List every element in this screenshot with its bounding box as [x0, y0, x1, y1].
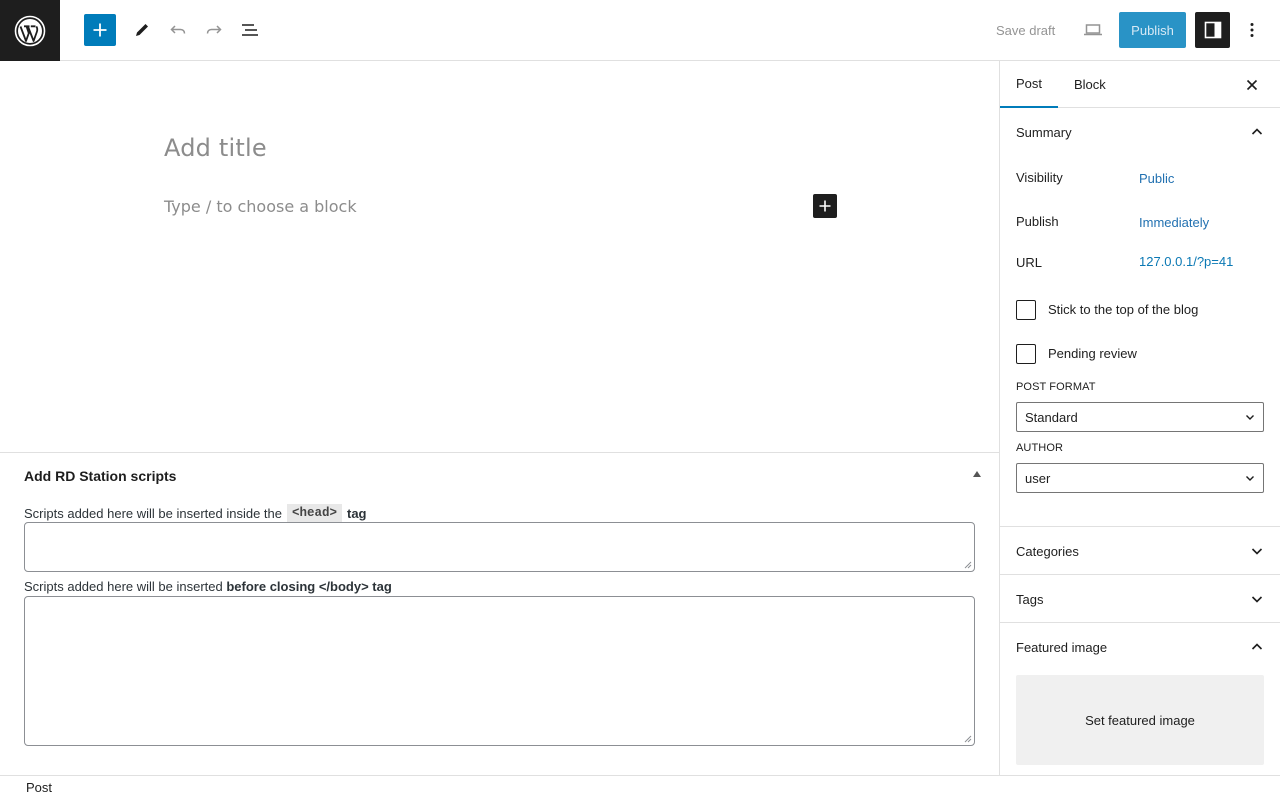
resize-handle-icon[interactable]	[964, 561, 972, 569]
tab-block[interactable]: Block	[1058, 61, 1122, 108]
publish-date-button[interactable]: Immediately	[1139, 215, 1209, 230]
vertical-ellipsis-icon	[1250, 23, 1254, 37]
wordpress-logo-button[interactable]	[0, 0, 60, 61]
head-code-tag: <head>	[286, 504, 342, 522]
wordpress-logo-icon	[14, 15, 46, 46]
inline-block-inserter-button[interactable]	[813, 194, 837, 218]
editor-canvas: Add title Type / to choose a block	[0, 61, 999, 452]
body-label-bold: before closing </body> tag	[226, 579, 392, 594]
pending-review-checkbox[interactable]	[1016, 344, 1036, 364]
tools-button[interactable]	[126, 14, 158, 46]
tags-panel-toggle[interactable]: Tags	[1000, 575, 1280, 623]
undo-icon	[170, 25, 186, 34]
post-format-label: POST FORMAT	[1016, 381, 1096, 393]
tags-panel-title: Tags	[1016, 591, 1044, 607]
head-label-suffix: tag	[347, 505, 367, 521]
block-breadcrumb-bar: Post	[0, 775, 1280, 800]
empty-block-placeholder[interactable]: Type / to choose a block	[164, 197, 357, 216]
post-format-value: Standard	[1025, 409, 1078, 425]
head-scripts-textarea[interactable]	[24, 522, 975, 572]
metabox-title: Add RD Station scripts	[24, 468, 177, 484]
sticky-checkbox[interactable]	[1016, 300, 1036, 320]
breadcrumb-post[interactable]: Post	[26, 780, 52, 795]
author-select[interactable]: user	[1016, 463, 1264, 493]
chevron-down-icon	[1246, 476, 1254, 481]
chevron-down-icon	[1251, 548, 1263, 555]
sidebar-toggle-icon	[1204, 21, 1221, 39]
set-featured-image-button[interactable]: Set featured image	[1016, 675, 1264, 765]
tab-post[interactable]: Post	[1000, 61, 1059, 108]
summary-panel-title: Summary	[1016, 124, 1072, 140]
sidebar-tabs: Post Block	[1000, 61, 1280, 108]
editor-header: Save draft Publish	[0, 0, 1280, 61]
url-value-button[interactable]: 127.0.0.1/?p=41	[1139, 254, 1233, 269]
list-view-icon	[242, 24, 258, 36]
redo-icon	[206, 25, 222, 34]
url-label: URL	[1016, 255, 1043, 270]
head-scripts-label: Scripts added here will be inserted insi…	[24, 504, 367, 522]
close-icon	[1246, 79, 1258, 91]
close-settings-button[interactable]	[1241, 74, 1263, 96]
redo-button[interactable]	[198, 14, 230, 46]
post-title-input[interactable]: Add title	[164, 134, 267, 162]
laptop-icon	[1084, 24, 1102, 36]
post-format-select[interactable]: Standard	[1016, 402, 1264, 432]
pending-review-label[interactable]: Pending review	[1048, 346, 1137, 361]
publish-button[interactable]: Publish	[1119, 12, 1186, 48]
chevron-up-icon	[1251, 128, 1263, 135]
chevron-up-icon	[1251, 643, 1263, 650]
categories-panel-toggle[interactable]: Categories	[1000, 527, 1280, 575]
pencil-icon	[136, 24, 148, 36]
options-menu-button[interactable]	[1236, 14, 1268, 46]
document-overview-button[interactable]	[234, 14, 266, 46]
chevron-down-icon	[1251, 596, 1263, 603]
settings-sidebar: Post Block Summary Visibility Public Pub…	[999, 61, 1280, 775]
featured-image-panel-toggle[interactable]: Featured image	[1000, 623, 1280, 671]
author-label: AUTHOR	[1016, 442, 1064, 454]
preview-button[interactable]	[1077, 14, 1109, 46]
rd-station-metabox: Add RD Station scripts Scripts added her…	[0, 452, 999, 775]
visibility-label: Visibility	[1016, 170, 1063, 185]
settings-toggle-button[interactable]	[1195, 12, 1230, 48]
chevron-down-icon	[1246, 415, 1254, 420]
plus-icon	[93, 23, 107, 37]
body-scripts-textarea[interactable]	[24, 596, 975, 746]
body-scripts-label: Scripts added here will be inserted befo…	[24, 579, 392, 594]
author-value: user	[1025, 470, 1051, 486]
undo-button[interactable]	[162, 14, 194, 46]
block-inserter-toggle[interactable]	[84, 14, 116, 46]
sticky-checkbox-label[interactable]: Stick to the top of the blog	[1048, 302, 1198, 317]
save-draft-button[interactable]: Save draft	[984, 14, 1067, 46]
categories-panel-title: Categories	[1016, 543, 1079, 559]
plus-icon	[819, 200, 831, 212]
summary-panel-toggle[interactable]: Summary	[1000, 108, 1280, 156]
publish-date-label: Publish	[1016, 214, 1059, 229]
resize-handle-icon[interactable]	[964, 735, 972, 743]
featured-image-panel-title: Featured image	[1016, 639, 1108, 655]
metabox-collapse-icon[interactable]	[973, 471, 981, 477]
head-label-text: Scripts added here will be inserted insi…	[24, 505, 282, 521]
body-label-text: Scripts added here will be inserted	[24, 579, 223, 594]
visibility-value-button[interactable]: Public	[1139, 171, 1174, 186]
